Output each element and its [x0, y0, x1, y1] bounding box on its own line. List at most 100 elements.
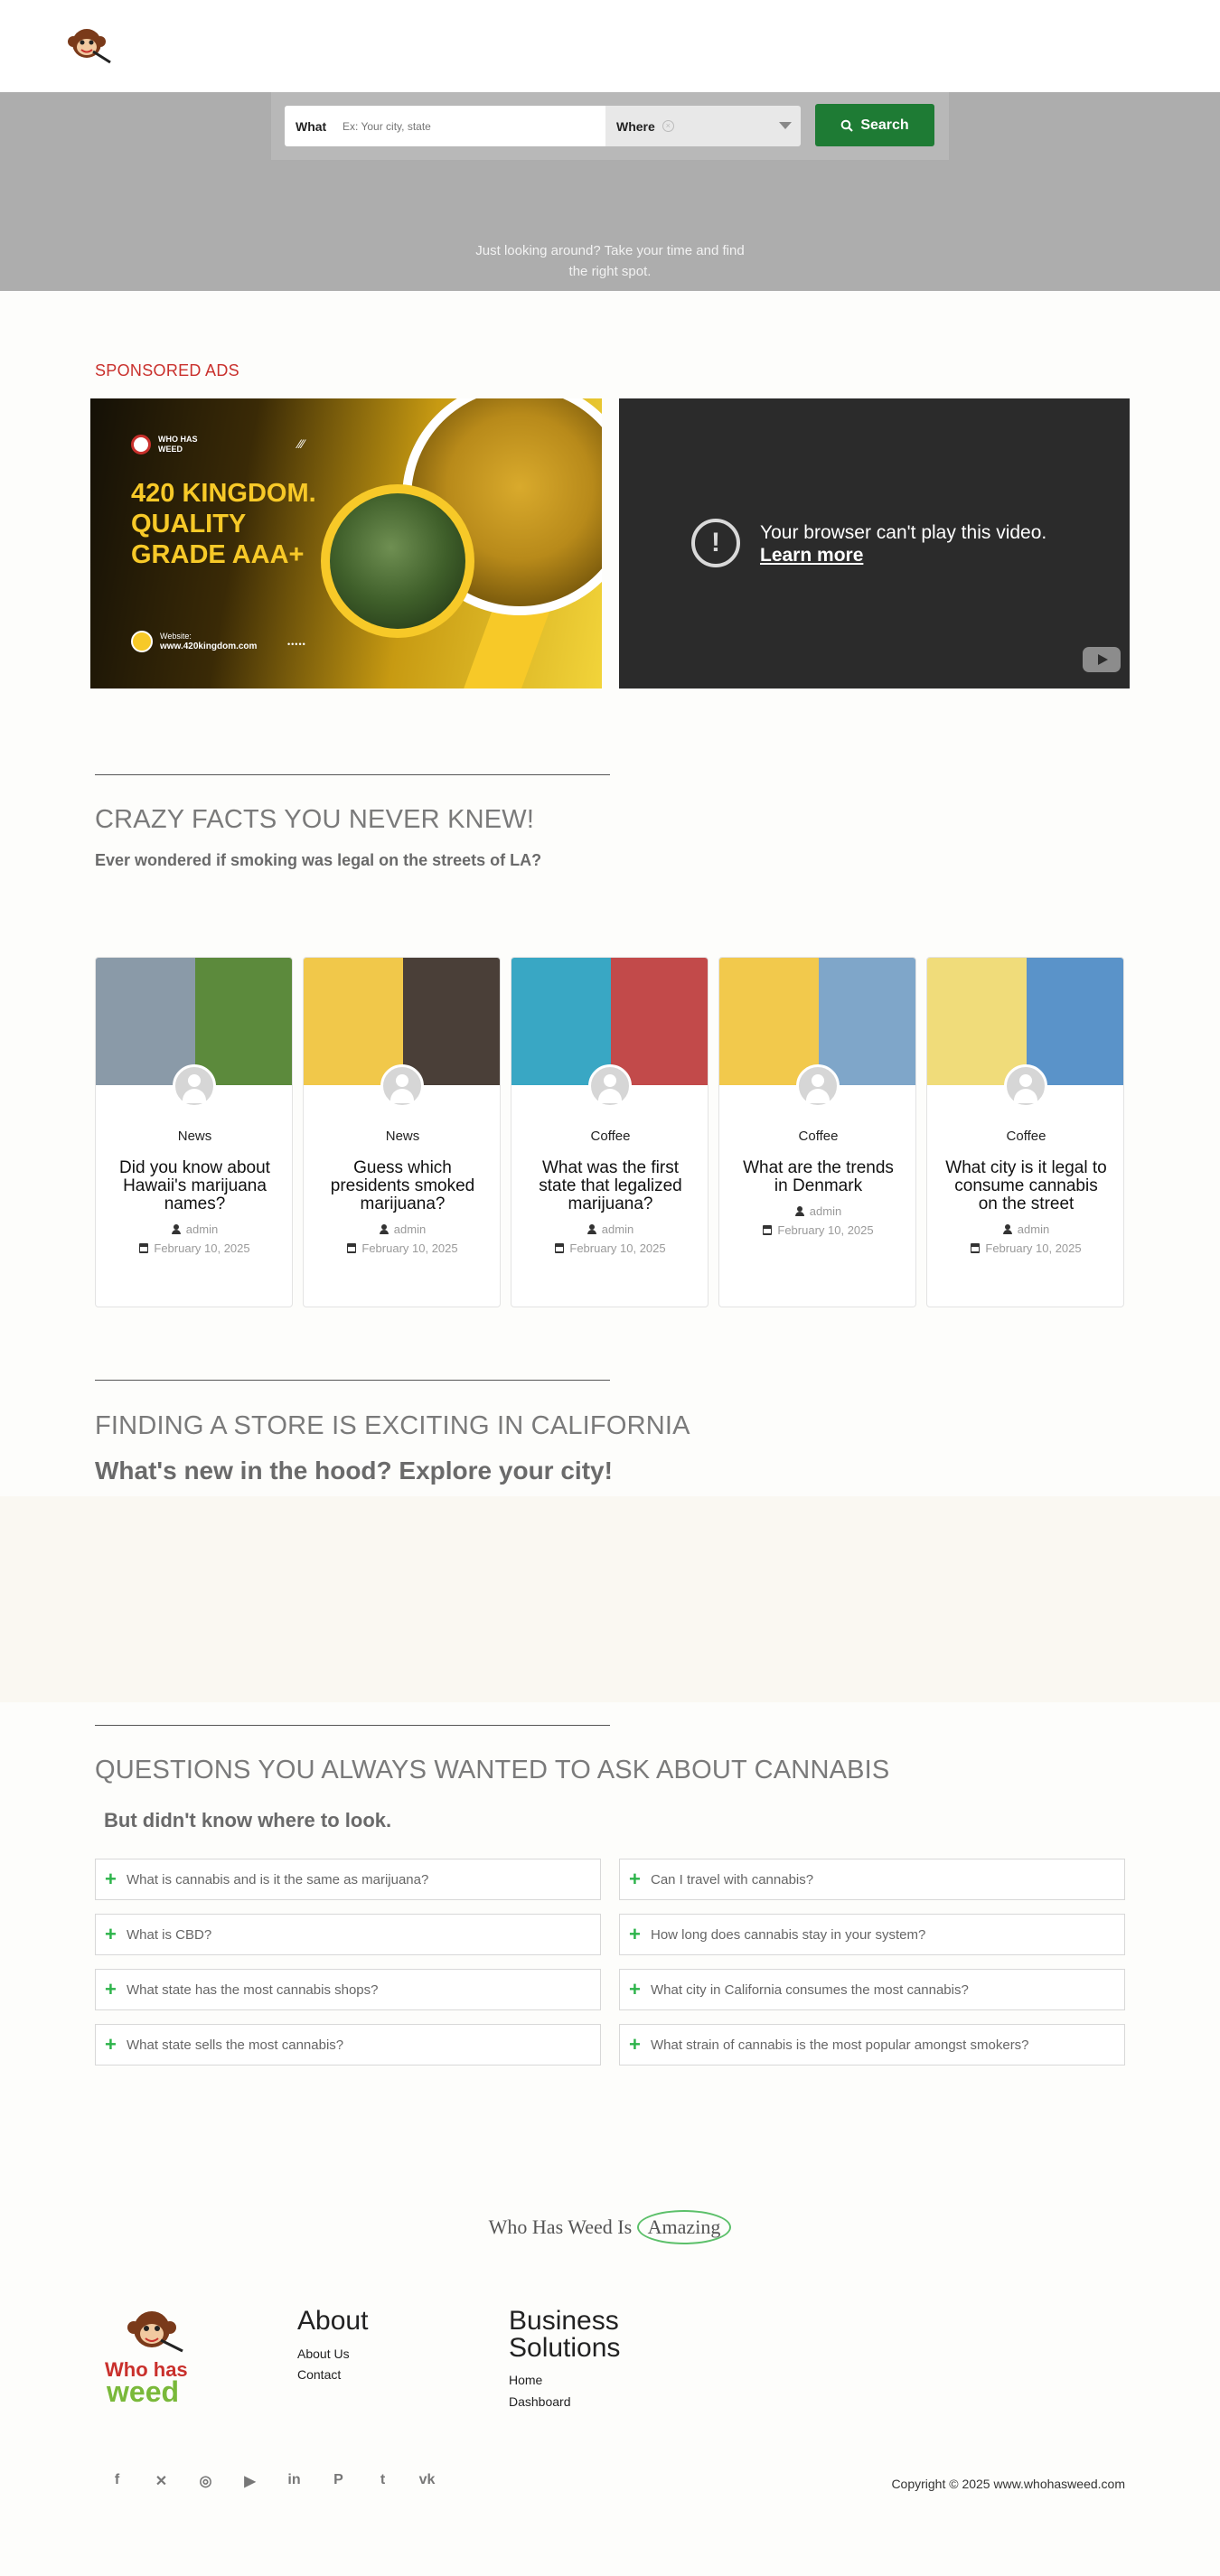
article-title[interactable]: What was the first state that legalized …: [530, 1159, 691, 1213]
ad-brand-line: WHO HAS: [158, 435, 198, 444]
clear-icon[interactable]: ×: [662, 120, 674, 132]
faq-question: What state has the most cannabis shops?: [127, 1981, 379, 1998]
monkey-logo-icon[interactable]: [63, 23, 116, 67]
facebook-icon[interactable]: f: [95, 2472, 139, 2490]
article-author[interactable]: admin: [511, 1222, 708, 1236]
faq-question: What state sells the most cannabis?: [127, 2037, 344, 2053]
footer-business-heading-line: Business: [509, 2306, 619, 2336]
ad-title: 420 KINGDOM. QUALITY GRADE AAA+: [131, 478, 316, 570]
youtube-icon[interactable]: ▶: [228, 2472, 272, 2490]
instagram-icon[interactable]: ◎: [183, 2472, 228, 2490]
hatch-icon: ⁄⁄⁄: [298, 436, 305, 451]
article-card[interactable]: Coffee What city is it legal to consume c…: [926, 957, 1124, 1307]
search-bar: What Where × Search: [271, 92, 949, 160]
video-player[interactable]: ! Your browser can't play this video. Le…: [619, 398, 1130, 688]
plus-icon[interactable]: +: [629, 2035, 641, 2055]
footer-link-home[interactable]: Home: [509, 2373, 542, 2387]
footer-logo[interactable]: Who has weed: [99, 2304, 208, 2408]
faq-item[interactable]: + What state sells the most cannabis?: [95, 2024, 601, 2065]
article-date: February 10, 2025: [719, 1223, 915, 1237]
where-select[interactable]: Where ×: [605, 106, 801, 146]
ad-brand: WHO HAS WEED: [131, 435, 198, 454]
faq-item[interactable]: + What strain of cannabis is the most pop…: [619, 2024, 1125, 2065]
article-title[interactable]: What are the trends in Denmark: [737, 1159, 899, 1195]
avatar: [173, 1064, 216, 1108]
questions-subtitle: But didn't know where to look.: [104, 1809, 392, 1831]
what-input[interactable]: [343, 119, 596, 133]
footer-business-heading: Business Solutions: [509, 2308, 620, 2362]
questions-title: QUESTIONS YOU ALWAYS WANTED TO ASK ABOUT…: [95, 1756, 890, 1784]
faq-item[interactable]: + What state has the most cannabis shops?: [95, 1969, 601, 2010]
faq-item[interactable]: + What city in California consumes the mo…: [619, 1969, 1125, 2010]
ad-banner[interactable]: WHO HAS WEED ⁄⁄⁄ 420 KINGDOM. QUALITY GR…: [90, 398, 602, 688]
monkey-logo-icon: [131, 435, 151, 454]
article-title[interactable]: What city is it legal to consume cannabi…: [945, 1159, 1107, 1213]
article-author[interactable]: admin: [96, 1222, 292, 1236]
article-category[interactable]: Coffee: [511, 1129, 708, 1144]
vk-icon[interactable]: vk: [405, 2472, 449, 2490]
pinterest-icon[interactable]: P: [316, 2472, 361, 2490]
store-subtitle: What's new in the hood? Explore your cit…: [95, 1457, 613, 1485]
store-map-area[interactable]: [0, 1496, 1220, 1702]
tagline-highlight: Amazing: [636, 2210, 732, 2244]
youtube-icon[interactable]: [1083, 647, 1121, 672]
faq-question: Can I travel with cannabis?: [651, 1871, 814, 1888]
faq-item[interactable]: + What is CBD?: [95, 1914, 601, 1955]
plus-icon[interactable]: +: [105, 1925, 117, 1944]
section-divider: [95, 1725, 610, 1726]
tumblr-icon[interactable]: t: [361, 2472, 405, 2490]
plus-icon[interactable]: +: [105, 2035, 117, 2055]
avatar: [1004, 1064, 1047, 1108]
article-author[interactable]: admin: [719, 1204, 915, 1218]
ad-title-line: GRADE AAA+: [131, 540, 305, 569]
faq-item[interactable]: + Can I travel with cannabis?: [619, 1859, 1125, 1900]
user-icon: [794, 1206, 804, 1216]
faq-question: What city in California consumes the mos…: [651, 1981, 969, 1998]
article-card[interactable]: News Did you know about Hawaii's marijuan…: [95, 957, 293, 1307]
article-card[interactable]: Coffee What was the first state that lega…: [511, 957, 709, 1307]
plus-icon[interactable]: +: [629, 1980, 641, 2000]
article-title[interactable]: Guess which presidents smoked marijuana?: [322, 1159, 483, 1213]
ad-website-url: www.420kingdom.com: [160, 642, 258, 651]
article-author-name: admin: [1017, 1222, 1050, 1236]
plus-icon[interactable]: +: [105, 1980, 117, 2000]
faq-item[interactable]: + How long does cannabis stay in your sys…: [619, 1914, 1125, 1955]
article-date: February 10, 2025: [96, 1241, 292, 1255]
article-card[interactable]: News Guess which presidents smoked mariju…: [303, 957, 501, 1307]
video-error-text: Your browser can't play this video.: [760, 522, 1047, 543]
article-date-text: February 10, 2025: [361, 1241, 458, 1255]
plus-icon[interactable]: +: [629, 1869, 641, 1889]
article-card[interactable]: Coffee What are the trends in Denmark admi…: [718, 957, 916, 1307]
linkedin-icon[interactable]: in: [272, 2472, 316, 2490]
chevron-down-icon[interactable]: [779, 122, 792, 129]
x-icon[interactable]: ✕: [139, 2472, 183, 2490]
article-category[interactable]: News: [304, 1129, 500, 1144]
alert-icon: !: [691, 519, 740, 567]
article-category[interactable]: Coffee: [927, 1129, 1123, 1144]
plus-icon[interactable]: +: [629, 1925, 641, 1944]
search-button[interactable]: Search: [815, 104, 934, 146]
article-category[interactable]: News: [96, 1129, 292, 1144]
social-links: f ✕ ◎ ▶ in Pt vk: [95, 2472, 449, 2490]
what-label: What: [296, 118, 327, 134]
article-date-text: February 10, 2025: [154, 1241, 250, 1255]
user-icon: [379, 1224, 389, 1234]
article-category[interactable]: Coffee: [719, 1129, 915, 1144]
footer-link-contact[interactable]: Contact: [297, 2367, 341, 2382]
hero-tagline-line: Just looking around? Take your time and …: [475, 243, 745, 258]
article-author[interactable]: admin: [927, 1222, 1123, 1236]
hero-tagline-line: the right spot.: [568, 264, 652, 279]
what-field[interactable]: What: [285, 106, 605, 146]
article-author[interactable]: admin: [304, 1222, 500, 1236]
footer-about-heading: About: [297, 2306, 369, 2336]
plus-icon[interactable]: +: [105, 1869, 117, 1889]
footer-link-dashboard[interactable]: Dashboard: [509, 2394, 571, 2409]
learn-more-link[interactable]: Learn more: [760, 544, 1046, 567]
faq-item[interactable]: + What is cannabis and is it the same as …: [95, 1859, 601, 1900]
store-title: FINDING A STORE IS EXCITING IN CALIFORNI…: [95, 1411, 690, 1440]
section-divider: [95, 1380, 610, 1381]
article-title[interactable]: Did you know about Hawaii's marijuana na…: [114, 1159, 276, 1213]
footer-link-about-us[interactable]: About Us: [297, 2347, 350, 2361]
faq-question: How long does cannabis stay in your syst…: [651, 1926, 926, 1943]
ad-title-line: QUALITY: [131, 510, 247, 539]
